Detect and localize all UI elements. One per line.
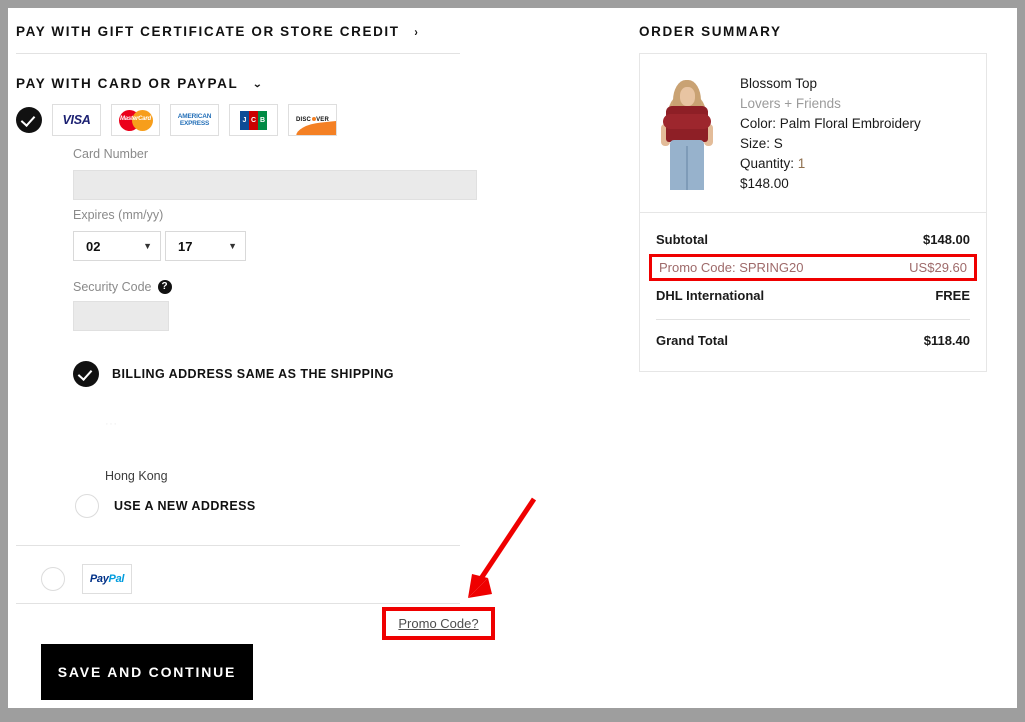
gift-certificate-section-header[interactable]: PAY WITH GIFT CERTIFICATE OR STORE CREDI…	[16, 24, 419, 39]
gift-certificate-title: PAY WITH GIFT CERTIFICATE OR STORE CREDI…	[16, 24, 400, 39]
chevron-right-icon[interactable]: ›	[414, 26, 419, 38]
use-new-address-option[interactable]: USE A NEW ADDRESS	[75, 494, 256, 518]
use-new-address-label: USE A NEW ADDRESS	[114, 499, 256, 513]
promo-code-row: Promo Code: SPRING20 US$29.60	[649, 254, 977, 281]
product-line-item: Blossom Top Lovers + Friends Color: Palm…	[640, 54, 986, 213]
shipping-label: DHL International	[656, 288, 765, 303]
paypal-radio[interactable]	[41, 567, 65, 591]
product-color: Color: Palm Floral Embroidery	[740, 116, 921, 131]
product-quantity-value: 1	[797, 156, 806, 171]
chevron-down-icon[interactable]: ⌄	[252, 79, 264, 89]
card-number-input[interactable]	[73, 170, 477, 200]
security-code-label: Security Code	[73, 280, 152, 294]
card-paypal-title: PAY WITH CARD OR PAYPAL	[16, 76, 239, 91]
product-quantity: Quantity: 1	[740, 154, 921, 174]
save-and-continue-label: SAVE AND CONTINUE	[57, 664, 237, 680]
divider	[656, 319, 970, 320]
expires-month-value: 02	[86, 238, 101, 254]
use-new-address-radio[interactable]	[75, 494, 99, 518]
product-size: Size: S	[740, 136, 783, 151]
divider	[16, 603, 460, 604]
save-and-continue-button[interactable]: SAVE AND CONTINUE	[41, 644, 253, 700]
billing-same-as-shipping-option[interactable]: BILLING ADDRESS SAME AS THE SHIPPING	[73, 361, 394, 387]
mastercard-logo: MasterCard	[111, 104, 160, 136]
subtotal-value: $148.00	[923, 232, 970, 247]
paypal-logo: PayPal	[82, 564, 132, 594]
grand-total-value: $118.40	[923, 333, 970, 348]
subtotal-row: Subtotal $148.00	[656, 225, 970, 254]
product-brand: Lovers + Friends	[740, 96, 841, 111]
card-payment-radio-selected[interactable]	[16, 107, 42, 133]
billing-same-label: BILLING ADDRESS SAME AS THE SHIPPING	[112, 367, 394, 381]
billing-same-radio-selected[interactable]	[73, 361, 99, 387]
grand-total-label: Grand Total	[656, 333, 728, 348]
shipping-row: DHL International FREE	[656, 281, 970, 310]
security-code-input[interactable]	[73, 301, 169, 331]
grand-total-row: Grand Total $118.40	[656, 326, 970, 355]
select-arrow-icon: ▼	[143, 241, 152, 251]
product-name: Blossom Top	[740, 76, 818, 91]
shipping-value: FREE	[935, 288, 970, 303]
promo-code-label: Promo Code: SPRING20	[659, 260, 804, 275]
help-icon[interactable]: ?	[157, 280, 172, 294]
order-summary-panel: Blossom Top Lovers + Friends Color: Palm…	[639, 53, 987, 372]
jcb-logo: J C B	[229, 104, 278, 136]
expires-year-value: 17	[178, 238, 193, 254]
security-code-label-group: Security Code ?	[73, 280, 172, 294]
divider	[16, 53, 460, 54]
checkout-page: PAY WITH GIFT CERTIFICATE OR STORE CREDI…	[8, 8, 1017, 708]
expires-year-select[interactable]: 17 ▼	[165, 231, 246, 261]
product-quantity-label: Quantity:	[740, 156, 795, 171]
amex-logo: AMERICAN EXPRESS	[170, 104, 219, 136]
select-arrow-icon: ▼	[228, 241, 237, 251]
visa-logo: VISA	[52, 104, 101, 136]
card-number-label: Card Number	[73, 147, 149, 161]
promo-code-link[interactable]: Promo Code?	[398, 616, 478, 631]
subtotal-label: Subtotal	[656, 232, 708, 247]
promo-code-highlight-box: Promo Code?	[382, 607, 495, 640]
paypal-payment-option[interactable]: PayPal	[41, 564, 132, 594]
discover-logo: DISC VER	[288, 104, 337, 136]
obscured-address-text: ···	[105, 418, 118, 430]
payment-method-card-row[interactable]: VISA MasterCard AMERICAN EXPRESS J C B D…	[16, 104, 337, 136]
order-summary-title: ORDER SUMMARY	[639, 24, 782, 39]
order-totals: Subtotal $148.00 Promo Code: SPRING20 US…	[640, 213, 986, 371]
expires-label: Expires (mm/yy)	[73, 208, 164, 222]
discover-swoosh	[295, 120, 336, 135]
annotation-arrow	[468, 497, 537, 598]
expires-month-select[interactable]: 02 ▼	[73, 231, 161, 261]
card-paypal-section-header[interactable]: PAY WITH CARD OR PAYPAL ⌄	[16, 76, 264, 91]
divider	[16, 545, 460, 546]
promo-code-value: US$29.60	[909, 260, 967, 275]
product-price: $148.00	[740, 176, 789, 191]
product-thumbnail	[656, 74, 718, 190]
billing-country: Hong Kong	[105, 469, 168, 483]
